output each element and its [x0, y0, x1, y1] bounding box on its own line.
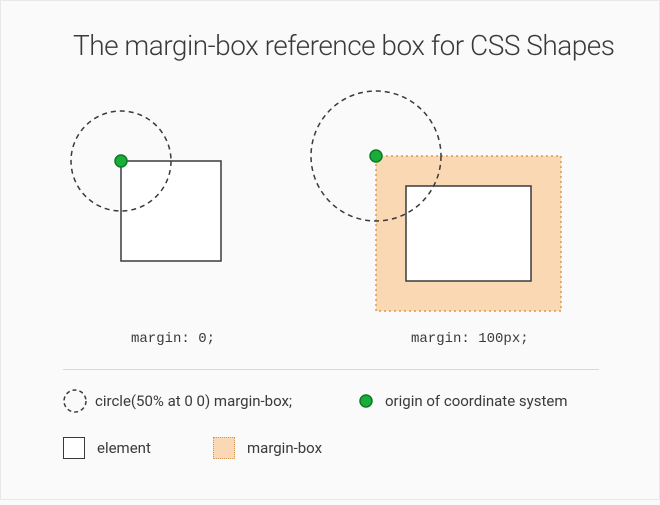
legend-circle-label: circle(50% at 0 0) margin-box; [95, 392, 292, 410]
legend-circle-swatch [64, 390, 86, 412]
caption-left: margin: 0; [131, 331, 215, 347]
legend-origin: origin of coordinate system [385, 392, 567, 410]
legend-marginbox-swatch [213, 437, 235, 459]
legend-marginbox-label: margin-box [247, 439, 322, 457]
diagram-stage [1, 1, 660, 501]
legend-origin-swatch [360, 395, 372, 407]
legend-circle: circle(50% at 0 0) margin-box; [95, 392, 292, 410]
left-element-box [121, 161, 221, 261]
legend-element: element [63, 437, 151, 459]
right-element-box [406, 186, 531, 281]
legend-element-label: element [97, 439, 151, 457]
right-origin-dot [370, 150, 382, 162]
legend-marginbox: margin-box [213, 437, 322, 459]
legend-element-swatch [63, 437, 85, 459]
divider [63, 369, 599, 370]
caption-right: margin: 100px; [411, 331, 529, 347]
left-origin-dot [115, 155, 127, 167]
legend-origin-label: origin of coordinate system [385, 392, 567, 410]
